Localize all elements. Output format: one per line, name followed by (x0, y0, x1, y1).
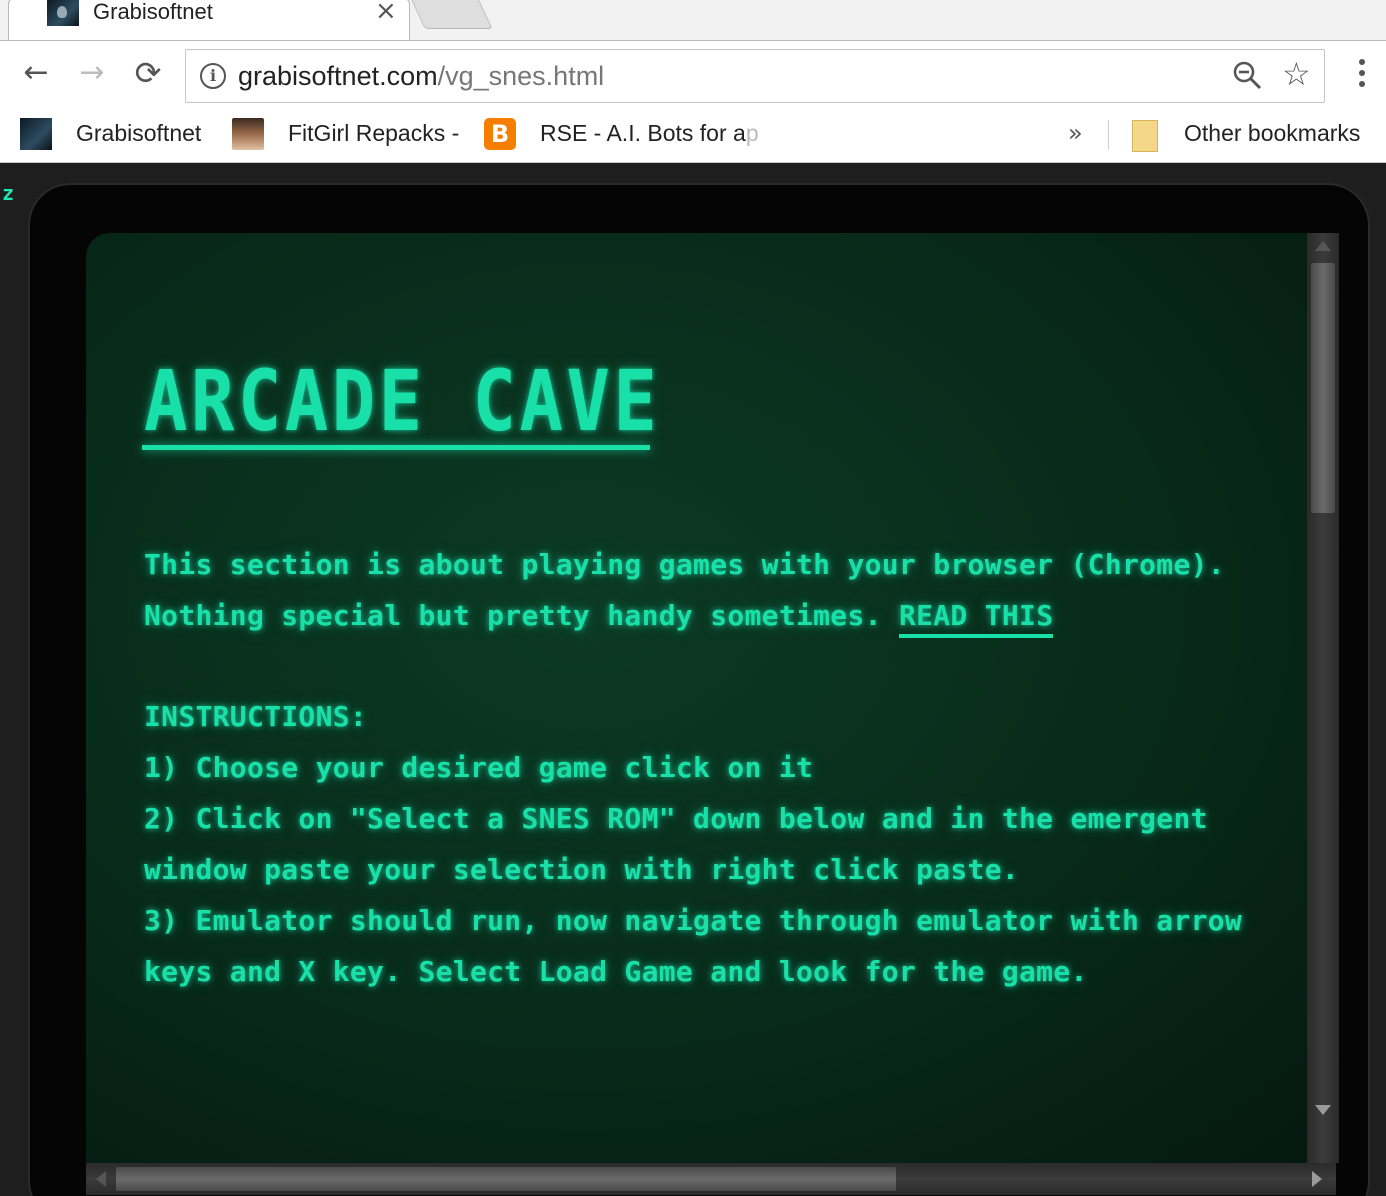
fitgirl-favicon-icon (232, 118, 264, 150)
scroll-right-arrow-icon[interactable] (1312, 1171, 1322, 1187)
crt-monitor-frame: ARCADE CAVE This section is about playin… (28, 183, 1370, 1196)
more-bookmarks-chevron-icon[interactable]: » (1068, 116, 1083, 150)
bookmark-grabisoftnet[interactable]: Grabisoftnet (76, 116, 201, 150)
url-host: grabisoftnet.com (238, 61, 438, 91)
back-icon[interactable]: ← (18, 55, 54, 91)
vertical-scrollbar[interactable] (1307, 233, 1339, 1163)
scroll-down-arrow-icon[interactable] (1315, 1105, 1331, 1115)
blogger-icon: B (484, 118, 516, 150)
star-icon[interactable]: ☆ (1282, 56, 1311, 92)
instruction-step: 1) Choose your desired game click on it (144, 751, 814, 784)
forward-icon[interactable]: → (74, 55, 110, 91)
scroll-up-arrow-icon[interactable] (1315, 241, 1331, 251)
instruction-step: window paste your selection with right c… (144, 853, 1020, 886)
scroll-left-arrow-icon[interactable] (96, 1171, 106, 1187)
close-tab-icon[interactable]: × (375, 0, 397, 26)
instructions-heading: INSTRUCTIONS: (144, 700, 368, 733)
instruction-step: 3) Emulator should run, now navigate thr… (144, 904, 1243, 937)
page-title: ARCADE CAVE (144, 352, 661, 450)
info-icon[interactable]: i (200, 63, 226, 89)
grabisoftnet-favicon-icon (20, 118, 52, 150)
page-viewport: z ARCADE CAVE This section is about play… (0, 163, 1386, 1196)
bookmark-fitgirl[interactable]: FitGirl Repacks - (288, 116, 459, 150)
intro-line-1: This section is about playing games with… (144, 548, 1225, 581)
menu-icon[interactable] (1350, 59, 1374, 89)
other-bookmarks[interactable]: Other bookmarks (1184, 116, 1360, 150)
bookmark-separator (1108, 120, 1109, 150)
title-underline (142, 445, 650, 450)
vertical-scroll-thumb[interactable] (1311, 263, 1335, 513)
intro-line-2: Nothing special but pretty handy sometim… (144, 590, 1054, 641)
grabisoftnet-favicon-icon (47, 0, 79, 26)
tab-title: Grabisoftnet (93, 0, 213, 24)
read-this-link[interactable]: READ THIS (898, 599, 1054, 638)
bookmark-rse[interactable]: RSE - A.I. Bots for ap (540, 116, 759, 150)
address-bar[interactable]: i grabisoftnet.com/vg_snes.html ☆ (185, 49, 1325, 103)
reload-icon[interactable]: ⟳ (130, 55, 166, 91)
instruction-step: keys and X key. Select Load Game and loo… (144, 955, 1088, 988)
corner-letter: z (2, 181, 15, 205)
url-text[interactable]: grabisoftnet.com/vg_snes.html (238, 60, 604, 92)
bookmarks-bar: Grabisoftnet FitGirl Repacks - B RSE - A… (0, 106, 1386, 163)
folder-icon (1132, 120, 1158, 152)
instruction-step: 2) Click on "Select a SNES ROM" down bel… (144, 802, 1208, 835)
crt-screen: ARCADE CAVE This section is about playin… (86, 233, 1336, 1163)
horizontal-scrollbar[interactable] (86, 1163, 1336, 1195)
tab-strip: Grabisoftnet × (0, 0, 1386, 41)
zoom-icon[interactable] (1232, 60, 1262, 90)
horizontal-scroll-thumb[interactable] (116, 1167, 896, 1191)
new-tab-button[interactable] (411, 0, 493, 29)
browser-toolbar: ← → ⟳ i grabisoftnet.com/vg_snes.html ☆ (0, 40, 1386, 107)
browser-tab[interactable]: Grabisoftnet × (8, 0, 410, 41)
url-path: /vg_snes.html (437, 61, 605, 91)
